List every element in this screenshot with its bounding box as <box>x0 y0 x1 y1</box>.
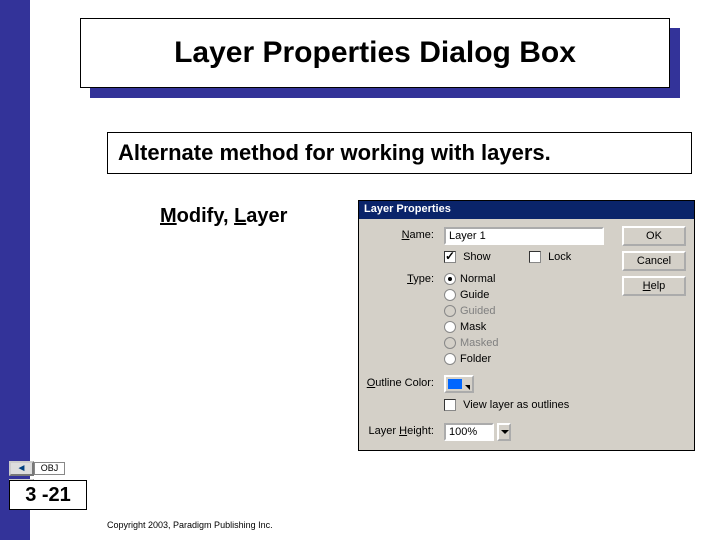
view-outlines-checkbox[interactable] <box>444 399 456 411</box>
subtitle-text: Alternate method for working with layers… <box>118 140 551 166</box>
radio-guided <box>444 305 456 317</box>
cancel-button[interactable]: Cancel <box>622 251 686 271</box>
radio-normal[interactable] <box>444 273 456 285</box>
outline-color-label: Outline Color: <box>359 377 434 389</box>
dialog-titlebar: Layer Properties <box>359 201 694 219</box>
layer-height-input[interactable] <box>444 423 494 441</box>
radio-guided-row: Guided <box>444 305 495 317</box>
radio-folder-row: Folder <box>444 353 491 365</box>
type-label: Type: <box>359 273 434 285</box>
radio-normal-row: Normal <box>444 273 495 285</box>
slide-title: Layer Properties Dialog Box <box>174 36 576 70</box>
radio-folder[interactable] <box>444 353 456 365</box>
lock-checkbox-row: Lock <box>529 251 571 263</box>
obj-label: OBJ <box>34 462 65 475</box>
subtitle-box: Alternate method for working with layers… <box>107 132 692 174</box>
menu-path: Modify, Layer <box>160 205 287 228</box>
radio-mask-row: Mask <box>444 321 486 333</box>
slide-title-box: Layer Properties Dialog Box <box>80 18 670 88</box>
layer-height-label: Layer Height: <box>359 425 434 437</box>
name-label: Name: <box>359 229 434 241</box>
radio-masked-row: Masked <box>444 337 499 349</box>
name-input[interactable] <box>444 227 604 245</box>
layer-height-dropdown[interactable] <box>497 423 511 441</box>
show-checkbox-row: Show <box>444 251 491 263</box>
help-button[interactable]: Help <box>622 276 686 296</box>
copyright-text: Copyright 2003, Paradigm Publishing Inc. <box>107 520 273 530</box>
slide-number: 3 -21 <box>9 480 87 510</box>
view-outlines-row: View layer as outlines <box>444 399 569 411</box>
radio-guide[interactable] <box>444 289 456 301</box>
radio-mask[interactable] <box>444 321 456 333</box>
prev-button[interactable]: ◄ <box>9 461 34 476</box>
outline-color-swatch[interactable] <box>444 375 474 393</box>
layer-properties-dialog: Layer Properties Name: OK Cancel Help Sh… <box>358 200 695 451</box>
left-accent-bar <box>0 0 30 540</box>
lock-checkbox[interactable] <box>529 251 541 263</box>
ok-button[interactable]: OK <box>622 226 686 246</box>
show-checkbox[interactable] <box>444 251 456 263</box>
radio-guide-row: Guide <box>444 289 489 301</box>
radio-masked <box>444 337 456 349</box>
